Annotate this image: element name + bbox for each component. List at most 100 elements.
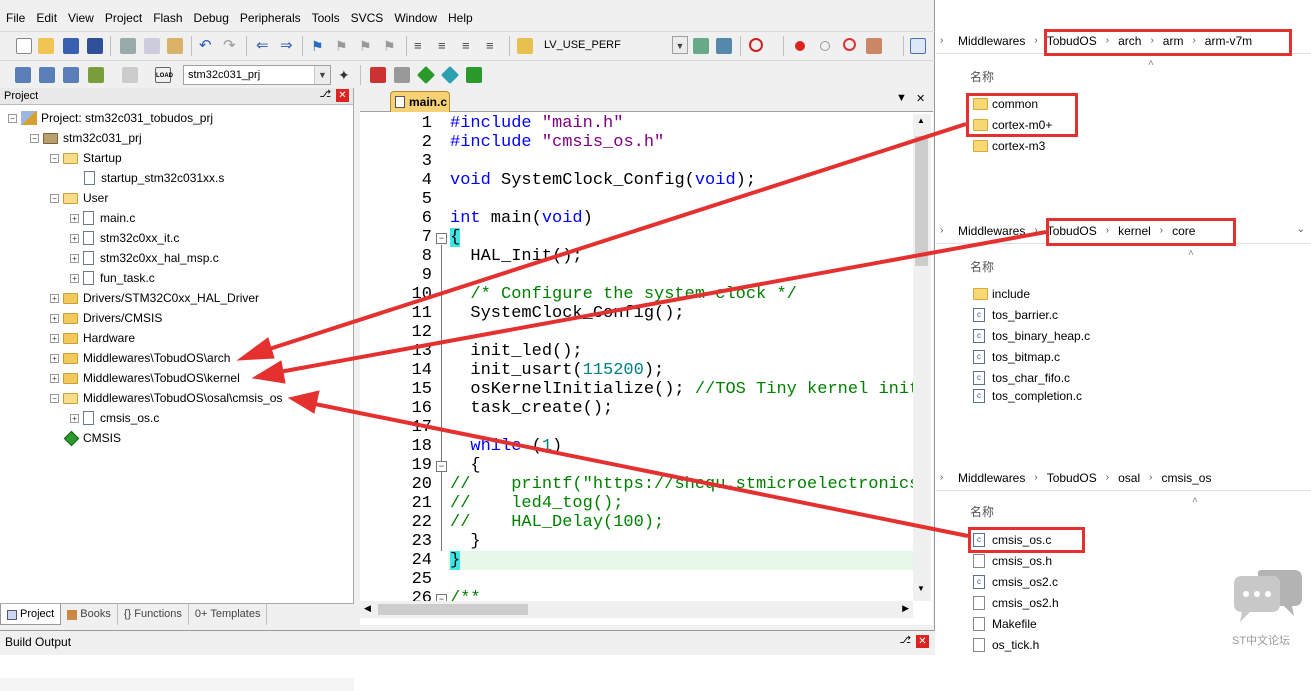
scroll-up-icon[interactable]: ▲	[917, 116, 925, 125]
address-bar[interactable]: › Middlewares › TobudOS › osal › cmsis_os	[936, 465, 1311, 491]
editor-hscroll[interactable]: ◀ ▶	[360, 601, 913, 618]
uncomment-icon[interactable]: ≡	[486, 38, 502, 54]
file-item[interactable]: Makefile	[973, 614, 1037, 634]
file-item[interactable]: cmsis_os.h	[973, 551, 1052, 571]
translate-icon[interactable]	[15, 67, 31, 83]
chevron-down-icon[interactable]: ▼	[314, 66, 330, 84]
menu-window[interactable]: Window	[388, 8, 442, 28]
expand-icon[interactable]: +	[50, 333, 59, 343]
tab-books[interactable]: Books	[61, 604, 118, 625]
breakpoint-clear-icon[interactable]	[843, 38, 856, 51]
tree-node-group[interactable]: + Middlewares\TobudOS\arch	[50, 348, 230, 368]
chevron-down-icon[interactable]: ⌄	[1297, 224, 1305, 235]
menu-edit[interactable]: Edit	[30, 8, 62, 28]
expand-icon[interactable]: +	[70, 253, 79, 263]
scroll-thumb[interactable]	[378, 604, 528, 615]
debug-start-icon[interactable]	[749, 38, 763, 52]
collapse-icon[interactable]: −	[30, 133, 39, 143]
pack-installer-icon[interactable]	[416, 65, 436, 85]
indent-icon[interactable]: ≡	[414, 38, 430, 54]
collapse-icon[interactable]: −	[50, 153, 59, 163]
redo-icon[interactable]: ↷	[223, 38, 239, 54]
scroll-right-icon[interactable]: ▶	[902, 603, 909, 614]
save-all-icon[interactable]	[87, 38, 103, 54]
tab-main-c[interactable]: main.c	[390, 91, 450, 112]
tree-hscroll[interactable]	[0, 678, 354, 691]
file-extensions-icon[interactable]	[394, 67, 410, 83]
tree-node-project[interactable]: − Project: stm32c031_tobudos_prj	[8, 108, 213, 128]
column-header-name[interactable]: 名称	[970, 68, 994, 85]
menu-peripherals[interactable]: Peripherals	[234, 8, 306, 28]
file-item[interactable]: c tos_bitmap.c	[973, 347, 1060, 367]
collapse-icon[interactable]: −	[50, 193, 59, 203]
tree-node-file[interactable]: + main.c	[70, 208, 135, 228]
file-item[interactable]: c tos_completion.c	[973, 389, 1082, 404]
browse-icon[interactable]	[716, 38, 732, 54]
nav-back-icon[interactable]: ⇐	[256, 38, 272, 54]
unindent-icon[interactable]: ≡	[438, 38, 454, 54]
tree-node-cmsis[interactable]: CMSIS	[63, 428, 121, 448]
close-icon[interactable]: ✕	[916, 635, 929, 648]
comment-icon[interactable]: ≡	[462, 38, 478, 54]
breadcrumb-item[interactable]: TobudOS	[1047, 471, 1097, 485]
tree-node-group[interactable]: + Drivers/STM32C0xx_HAL_Driver	[50, 288, 259, 308]
close-icon[interactable]: ✕	[916, 92, 925, 105]
rebuild-icon[interactable]	[63, 67, 79, 83]
expand-icon[interactable]: +	[50, 373, 59, 383]
expand-icon[interactable]: +	[70, 413, 79, 423]
pin-icon[interactable]: ⎇	[319, 89, 331, 100]
copy-icon[interactable]	[144, 38, 160, 54]
code-area[interactable]: 1 2 3 4 5 6 7 8 9 10 11 12 13 14 15 16 17 18 19 20 21 22 23 24 2…	[360, 114, 913, 601]
menu-flash[interactable]: Flash	[147, 8, 187, 28]
breadcrumb-item[interactable]: Middlewares	[958, 224, 1025, 238]
scroll-thumb[interactable]	[915, 136, 928, 266]
fold-collapse-icon[interactable]: −	[436, 233, 447, 244]
fold-collapse-icon[interactable]: −	[436, 461, 447, 472]
save-icon[interactable]	[63, 38, 79, 54]
tab-list-icon[interactable]: ▼	[896, 92, 907, 104]
tree-node-file[interactable]: startup_stm32c031xx.s	[84, 168, 224, 188]
menu-debug[interactable]: Debug	[188, 8, 234, 28]
tree-node-group[interactable]: + Hardware	[50, 328, 135, 348]
target-select[interactable]: stm32c031_prj ▼	[183, 65, 331, 85]
fold-collapse-icon[interactable]: −	[436, 594, 447, 601]
menu-file[interactable]: File	[0, 8, 30, 28]
nav-forward-icon[interactable]: ⇒	[280, 38, 296, 54]
menu-help[interactable]: Help	[442, 8, 478, 28]
pin-icon[interactable]: ⎇	[899, 635, 911, 646]
collapse-icon[interactable]: −	[50, 393, 59, 403]
file-item[interactable]: c cmsis_os2.c	[973, 572, 1058, 592]
bookmark-clear-icon[interactable]: ⚑	[383, 38, 399, 54]
find-in-files-icon[interactable]	[517, 38, 533, 54]
batch-build-icon[interactable]	[88, 67, 104, 83]
tree-node-startup[interactable]: − Startup	[50, 148, 122, 168]
breadcrumb-item[interactable]: cmsis_os	[1161, 471, 1211, 485]
tree-node-group[interactable]: + Drivers/CMSIS	[50, 308, 162, 328]
rte-icon[interactable]	[466, 67, 482, 83]
breakpoint-disable-icon[interactable]	[820, 41, 830, 51]
breadcrumb-item[interactable]: Middlewares	[958, 34, 1025, 48]
file-item[interactable]: os_tick.h	[973, 635, 1039, 655]
editor-vscroll[interactable]: ▲ ▼	[913, 114, 931, 601]
menu-view[interactable]: View	[62, 8, 99, 28]
scroll-down-icon[interactable]: ▼	[917, 584, 925, 593]
expand-icon[interactable]: +	[50, 313, 59, 323]
menu-svcs[interactable]: SVCS	[345, 8, 389, 28]
file-item[interactable]: cmsis_os2.h	[973, 593, 1059, 613]
download-icon[interactable]: LOAD	[155, 67, 173, 83]
expand-icon[interactable]: +	[50, 293, 59, 303]
scroll-left-icon[interactable]: ◀	[364, 603, 371, 614]
tree-node-target[interactable]: − stm32c031_prj	[30, 128, 142, 148]
find-combo[interactable]: LV_USE_PERF ▼	[540, 36, 688, 56]
tree-node-file[interactable]: + cmsis_os.c	[70, 408, 159, 428]
chevron-down-icon[interactable]: ▼	[672, 36, 688, 54]
folder-item[interactable]: cortex-m3	[973, 136, 1045, 156]
tree-node-group[interactable]: − Middlewares\TobudOS\osal\cmsis_os	[50, 388, 282, 408]
tools-icon[interactable]	[866, 38, 882, 54]
file-item[interactable]: c tos_barrier.c	[973, 305, 1058, 325]
close-icon[interactable]: ✕	[336, 89, 349, 102]
collapse-icon[interactable]: −	[8, 113, 17, 123]
breadcrumb-item[interactable]: osal	[1118, 471, 1140, 485]
column-header-name[interactable]: 名称	[970, 503, 994, 520]
new-file-icon[interactable]	[16, 38, 32, 54]
